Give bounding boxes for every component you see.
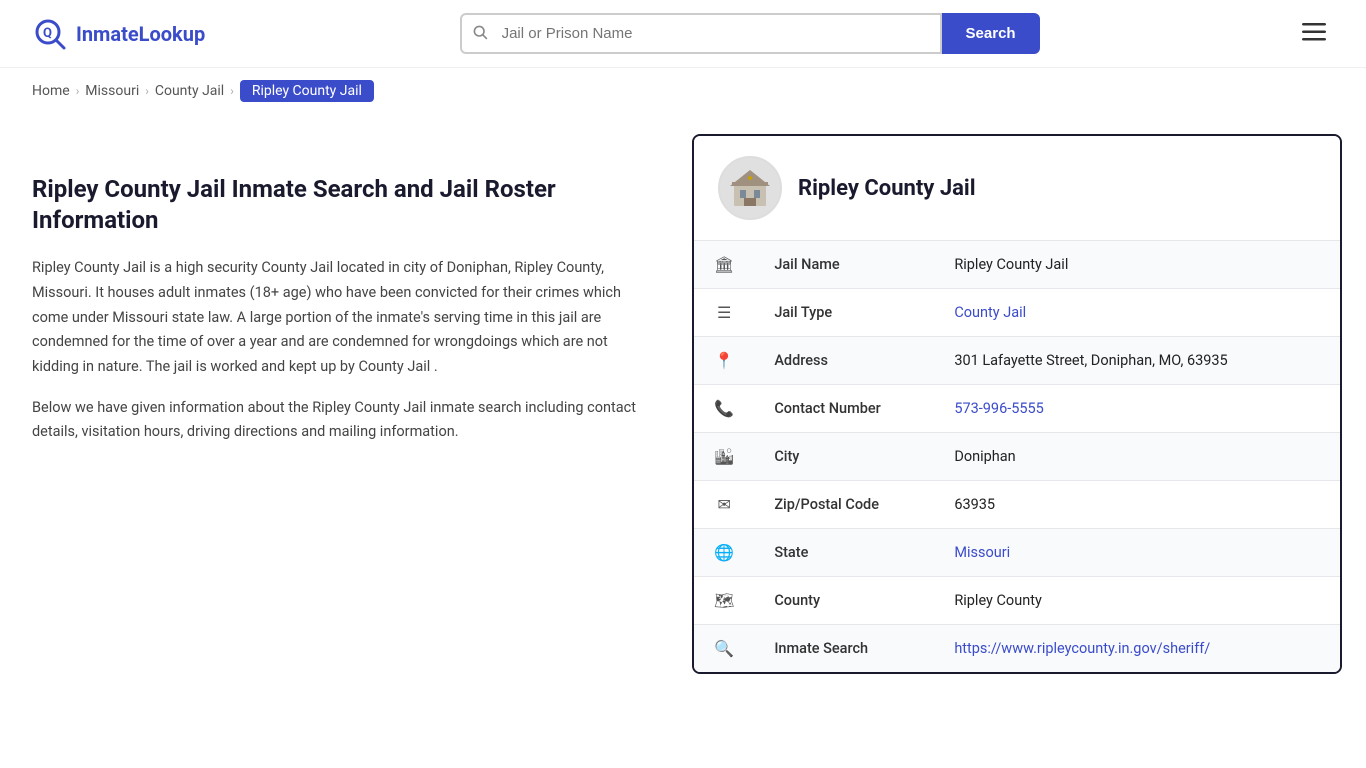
row-label: Address [754, 337, 934, 385]
table-row: 🔍Inmate Search https://www.ripleycounty.i… [694, 625, 1340, 673]
svg-text:Q: Q [43, 26, 52, 41]
table-row: 📍Address301 Lafayette Street, Doniphan, … [694, 337, 1340, 385]
row-link[interactable]: https://www.ripleycounty.in.gov/sheriff/ [954, 640, 1210, 657]
search-area: Search [460, 13, 1040, 54]
hamburger-icon [1302, 23, 1326, 41]
row-value: Ripley County Jail [934, 241, 1340, 289]
row-value: Ripley County [934, 577, 1340, 625]
row-value[interactable]: 573-996-5555 [934, 385, 1340, 433]
table-row: 🏙CityDoniphan [694, 433, 1340, 481]
jail-avatar [718, 156, 782, 220]
info-card: Ripley County Jail 🏛Jail NameRipley Coun… [692, 134, 1342, 674]
table-row: 🗺CountyRipley County [694, 577, 1340, 625]
row-label: Contact Number [754, 385, 934, 433]
page-title: Ripley County Jail Inmate Search and Jai… [32, 174, 652, 236]
description-para-1: Ripley County Jail is a high security Co… [32, 256, 652, 379]
info-table: 🏛Jail NameRipley County Jail☰Jail TypeCo… [694, 241, 1340, 672]
row-value[interactable]: https://www.ripleycounty.in.gov/sheriff/ [934, 625, 1340, 673]
main-content: Ripley County Jail Inmate Search and Jai… [0, 114, 1366, 714]
row-icon: 🏛 [694, 241, 754, 289]
table-row: 🏛Jail NameRipley County Jail [694, 241, 1340, 289]
row-value[interactable]: Missouri [934, 529, 1340, 577]
row-icon: 🗺 [694, 577, 754, 625]
row-label: Zip/Postal Code [754, 481, 934, 529]
row-icon: ☰ [694, 289, 754, 337]
row-link[interactable]: 573-996-5555 [954, 400, 1044, 417]
logo-text: InmateLookup [76, 22, 205, 46]
row-label: Jail Name [754, 241, 934, 289]
header: Q InmateLookup Search [0, 0, 1366, 68]
breadcrumb-sep-1: › [76, 84, 80, 98]
row-label: County [754, 577, 934, 625]
breadcrumb-type[interactable]: County Jail [155, 83, 224, 99]
table-row: 📞Contact Number 573-996-5555 [694, 385, 1340, 433]
search-wrapper [460, 13, 942, 54]
row-icon: ✉ [694, 481, 754, 529]
logo-link[interactable]: Q InmateLookup [32, 16, 205, 52]
breadcrumb-state[interactable]: Missouri [85, 83, 139, 99]
row-label: Jail Type [754, 289, 934, 337]
table-row: ✉Zip/Postal Code63935 [694, 481, 1340, 529]
search-icon [462, 24, 498, 44]
row-icon: 📞 [694, 385, 754, 433]
breadcrumb: Home › Missouri › County Jail › Ripley C… [0, 68, 1366, 114]
table-row: 🌐State Missouri [694, 529, 1340, 577]
row-value: Doniphan [934, 433, 1340, 481]
row-value[interactable]: County Jail [934, 289, 1340, 337]
left-panel: Ripley County Jail Inmate Search and Jai… [32, 134, 692, 461]
row-label: Inmate Search [754, 625, 934, 673]
breadcrumb-home[interactable]: Home [32, 83, 70, 99]
row-label: State [754, 529, 934, 577]
logo-icon: Q [32, 16, 68, 52]
building-icon [726, 164, 774, 212]
row-icon: 🌐 [694, 529, 754, 577]
card-title: Ripley County Jail [798, 176, 976, 201]
search-input[interactable] [498, 15, 940, 52]
description-para-2: Below we have given information about th… [32, 396, 652, 445]
breadcrumb-sep-2: › [145, 84, 149, 98]
row-icon: 📍 [694, 337, 754, 385]
menu-button[interactable] [1294, 17, 1334, 51]
row-value: 301 Lafayette Street, Doniphan, MO, 6393… [934, 337, 1340, 385]
breadcrumb-sep-3: › [230, 84, 234, 98]
search-button[interactable]: Search [942, 13, 1040, 54]
row-icon: 🏙 [694, 433, 754, 481]
row-value: 63935 [934, 481, 1340, 529]
breadcrumb-current: Ripley County Jail [240, 80, 374, 102]
row-label: City [754, 433, 934, 481]
table-row: ☰Jail Type County Jail [694, 289, 1340, 337]
row-link[interactable]: County Jail [954, 304, 1026, 321]
card-header: Ripley County Jail [694, 136, 1340, 241]
row-icon: 🔍 [694, 625, 754, 673]
row-link[interactable]: Missouri [954, 544, 1010, 561]
